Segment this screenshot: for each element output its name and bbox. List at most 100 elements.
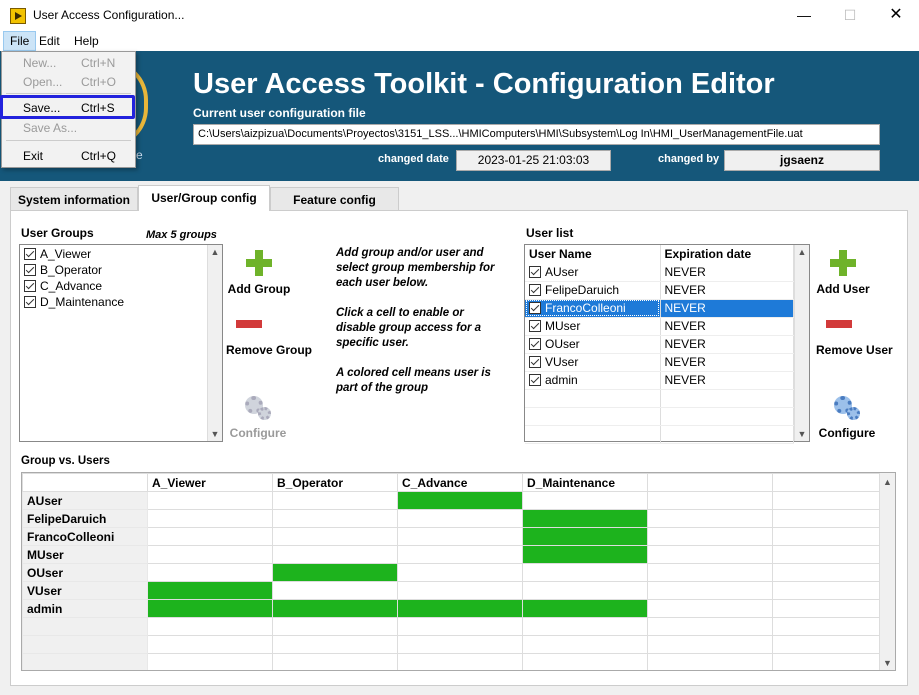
menu-item-open[interactable]: Open... Ctrl+O [2, 72, 135, 92]
scroll-up-icon[interactable]: ▲ [880, 477, 895, 487]
membership-cell-on[interactable] [397, 491, 523, 510]
membership-cell[interactable] [522, 581, 648, 600]
user-row[interactable]: OUser NEVER [525, 335, 794, 354]
membership-cell-on[interactable] [397, 599, 523, 618]
membership-cell[interactable] [272, 491, 398, 510]
checkbox[interactable] [529, 356, 541, 368]
scrollbar[interactable]: ▲ ▼ [207, 245, 222, 441]
configure-group-button[interactable]: Configure [226, 392, 290, 440]
menu-file[interactable]: File [3, 31, 37, 51]
membership-cell[interactable] [147, 491, 273, 510]
empty-cell [647, 653, 773, 670]
user-row[interactable]: AUser NEVER [525, 263, 794, 282]
membership-cell[interactable] [272, 527, 398, 546]
scroll-up-icon[interactable]: ▲ [208, 247, 222, 257]
checkbox[interactable] [529, 265, 541, 278]
row-header-user: FelipeDaruich [22, 509, 148, 528]
instruction-1: Add group and/or user and select group m… [336, 247, 495, 289]
group-matrix[interactable]: A_Viewer B_Operator C_Advance D_Maintena… [21, 472, 896, 671]
group-item[interactable]: C_Advance [24, 278, 124, 294]
membership-cell-on[interactable] [522, 527, 648, 546]
save-highlight-box [0, 95, 135, 119]
membership-cell[interactable] [397, 545, 523, 564]
group-item[interactable]: B_Operator [24, 262, 124, 278]
checkbox[interactable] [24, 248, 36, 260]
user-table-header: User Name Expiration date [525, 245, 794, 263]
checkbox[interactable] [529, 374, 541, 386]
checkbox[interactable] [529, 302, 541, 314]
checkbox[interactable] [24, 280, 36, 292]
user-row[interactable]: VUser NEVER [525, 353, 794, 372]
checkbox[interactable] [529, 338, 541, 350]
empty-row [22, 617, 880, 636]
group-item[interactable]: A_Viewer [24, 246, 124, 262]
membership-cell[interactable] [522, 491, 648, 510]
membership-cell-on[interactable] [147, 599, 273, 618]
membership-cell[interactable] [397, 563, 523, 582]
maximize-button[interactable]: ☐ [827, 0, 873, 31]
scroll-up-icon[interactable]: ▲ [795, 247, 809, 257]
scrollbar[interactable]: ▲ ▼ [879, 473, 895, 670]
user-row[interactable]: FelipeDaruich NEVER [525, 281, 794, 300]
membership-cell[interactable] [147, 545, 273, 564]
tab-system-information[interactable]: System information [10, 187, 138, 211]
membership-cell[interactable] [397, 509, 523, 528]
tab-feature-config[interactable]: Feature config [270, 187, 399, 211]
minimize-button[interactable]: — [781, 0, 827, 31]
empty-cell [22, 653, 148, 670]
menu-item-new[interactable]: New... Ctrl+N [2, 53, 135, 73]
scroll-down-icon[interactable]: ▼ [880, 658, 895, 668]
user-groups-list[interactable]: A_Viewer B_Operator C_Advance D_Maintena… [19, 244, 223, 442]
membership-cell [647, 527, 773, 546]
membership-cell[interactable] [147, 563, 273, 582]
membership-cell-on[interactable] [522, 545, 648, 564]
menu-item-save-as[interactable]: Save As... [2, 118, 135, 138]
membership-cell[interactable] [147, 527, 273, 546]
expiration-date: NEVER [660, 281, 794, 300]
menu-item-label: Open... [23, 75, 63, 89]
changed-by-value: jgsaenz [724, 150, 880, 171]
user-row[interactable]: MUser NEVER [525, 317, 794, 336]
add-user-button[interactable]: Add User [814, 250, 872, 296]
remove-user-button[interactable]: Remove User [816, 320, 900, 357]
instruction-2: Click a cell to enable or disable group … [336, 307, 482, 349]
membership-cell-on[interactable] [272, 563, 398, 582]
membership-cell[interactable] [397, 581, 523, 600]
minus-icon [826, 320, 852, 328]
configure-user-button[interactable]: Configure [815, 392, 879, 440]
empty-row [22, 635, 880, 654]
group-item[interactable]: D_Maintenance [24, 294, 124, 310]
membership-cell [772, 581, 880, 600]
membership-cell-on[interactable] [272, 599, 398, 618]
membership-cell-on[interactable] [147, 581, 273, 600]
checkbox[interactable] [529, 284, 541, 296]
column-header-empty [772, 473, 880, 492]
user-groups-label: User Groups [21, 226, 94, 240]
user-row-selected[interactable]: FrancoColleoni NEVER [525, 299, 794, 318]
membership-cell-on[interactable] [522, 509, 648, 528]
membership-cell[interactable] [272, 509, 398, 528]
group-name: C_Advance [40, 279, 103, 293]
menu-edit[interactable]: Edit [33, 31, 66, 51]
user-list[interactable]: User Name Expiration date AUser NEVER Fel… [524, 244, 810, 444]
checkbox[interactable] [24, 264, 36, 276]
scrollbar[interactable]: ▲ ▼ [794, 245, 809, 441]
menu-help[interactable]: Help [68, 31, 105, 51]
user-row[interactable]: admin NEVER [525, 371, 794, 390]
checkbox[interactable] [24, 296, 36, 308]
membership-cell-on[interactable] [522, 599, 648, 618]
checkbox[interactable] [529, 320, 541, 332]
membership-cell[interactable] [522, 563, 648, 582]
tab-user-group-config[interactable]: User/Group config [138, 185, 270, 211]
add-group-button[interactable]: Add Group [226, 250, 292, 296]
row-header-user: AUser [22, 491, 148, 510]
scroll-down-icon[interactable]: ▼ [208, 429, 222, 439]
membership-cell[interactable] [147, 509, 273, 528]
membership-cell[interactable] [272, 581, 398, 600]
close-button[interactable]: ✕ [873, 0, 919, 31]
remove-group-button[interactable]: Remove Group [226, 320, 316, 357]
scroll-down-icon[interactable]: ▼ [795, 429, 809, 439]
menu-item-exit[interactable]: Exit Ctrl+Q [2, 146, 135, 166]
membership-cell[interactable] [272, 545, 398, 564]
membership-cell[interactable] [397, 527, 523, 546]
